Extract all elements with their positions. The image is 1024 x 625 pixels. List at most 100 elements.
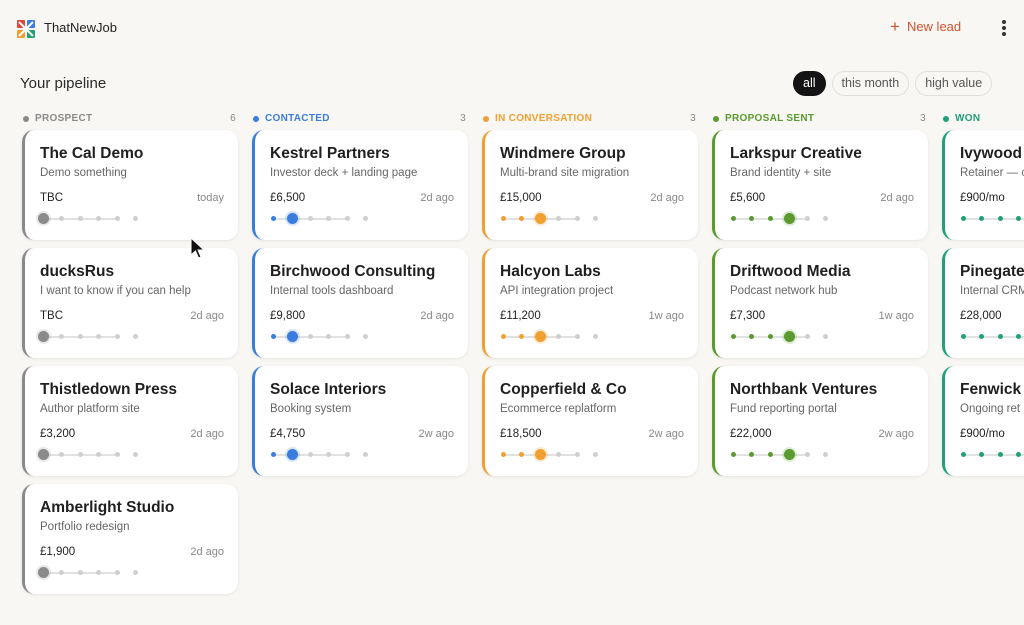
lead-description: Ongoing ret xyxy=(960,403,1021,415)
lead-name: Birchwood Consulting xyxy=(270,263,436,280)
stage-progress xyxy=(38,448,160,462)
lead-card[interactable]: Amberlight Studio Portfolio redesign £1,90… xyxy=(22,484,238,594)
stage-pip xyxy=(519,216,524,221)
lead-description: Brand identity + site xyxy=(730,167,832,179)
new-lead-label: New lead xyxy=(906,19,962,34)
stage-pip xyxy=(344,216,350,221)
lead-card[interactable]: Birchwood Consulting Internal tools dashb… xyxy=(252,248,468,358)
lead-name: Copperfield & Co xyxy=(500,381,627,398)
lead-name: Fenwick xyxy=(960,381,1022,398)
stage-pip xyxy=(574,334,580,339)
lead-updated: 2w ago xyxy=(648,428,684,440)
lead-updated: 1w ago xyxy=(878,310,914,322)
stage-pip xyxy=(960,452,966,457)
column-count: 6 xyxy=(230,113,236,124)
stage-pip xyxy=(519,452,524,457)
filter-all[interactable]: all xyxy=(793,71,826,96)
stage-pip xyxy=(133,452,138,457)
stage-pip xyxy=(979,334,984,339)
stage-progress xyxy=(500,448,620,462)
page-title: Your pipeline xyxy=(20,75,107,92)
stage-pip xyxy=(804,216,810,221)
stage-pip xyxy=(270,216,276,221)
more-menu-icon[interactable] xyxy=(996,18,1012,40)
stage-progress xyxy=(270,330,390,344)
logo-icon[interactable] xyxy=(16,19,36,39)
lead-card[interactable]: ducksRus I want to know if you can help TB… xyxy=(22,248,238,358)
new-lead-button[interactable]: + New lead xyxy=(890,18,962,35)
stage-pip xyxy=(556,216,561,221)
lead-name: Solace Interiors xyxy=(270,381,387,398)
stage-progress xyxy=(38,330,160,344)
stage-progress xyxy=(500,330,620,344)
stage-progress xyxy=(730,330,850,344)
lead-description: Author platform site xyxy=(40,403,140,415)
lead-card[interactable]: Northbank Ventures Fund reporting portal £… xyxy=(712,366,928,476)
lead-description: API integration project xyxy=(500,285,614,297)
stage-pip xyxy=(307,334,313,339)
stage-pip xyxy=(77,570,83,575)
lead-value: £18,500 xyxy=(500,428,542,440)
stage-pip xyxy=(730,216,736,221)
stage-progress xyxy=(730,448,850,462)
stage-pip xyxy=(307,452,313,457)
lead-card[interactable]: Thistledown Press Author platform site £3,… xyxy=(22,366,238,476)
stage-pip xyxy=(749,334,754,339)
stage-pip xyxy=(133,570,138,575)
lead-card[interactable]: The Cal Demo Demo something TBC today xyxy=(22,130,238,240)
lead-card[interactable]: Kestrel Partners Investor deck + landing … xyxy=(252,130,468,240)
lead-value: £5,600 xyxy=(730,192,766,204)
lead-value: £9,800 xyxy=(270,310,306,322)
stage-pip xyxy=(77,216,83,221)
stage-pip xyxy=(38,449,49,460)
column-count: 3 xyxy=(460,113,466,124)
lead-card[interactable]: Halcyon Labs API integration project £11,2… xyxy=(482,248,698,358)
stage-pip xyxy=(783,331,795,342)
lead-card[interactable]: Pinegate Internal CRM £28,000 xyxy=(942,248,1024,358)
lead-value: £11,200 xyxy=(500,310,541,322)
stage-progress xyxy=(500,212,620,226)
lead-card[interactable]: Fenwick Ongoing ret £900/mo xyxy=(942,366,1024,476)
lead-description: I want to know if you can help xyxy=(40,285,191,297)
stage-pip xyxy=(133,216,138,221)
stage-pip xyxy=(59,570,64,575)
lead-card[interactable]: Driftwood Media Podcast network hub £7,300… xyxy=(712,248,928,358)
filter-this-month[interactable]: this month xyxy=(831,71,910,96)
lead-description: Demo something xyxy=(40,167,127,179)
column-header: CONTACTED 3 xyxy=(252,108,468,130)
stage-pip xyxy=(535,331,546,342)
stage-pip xyxy=(286,331,298,342)
stage-dot-icon xyxy=(943,116,949,122)
column-title: IN CONVERSATION xyxy=(495,113,593,124)
stage-dot-icon xyxy=(713,116,719,122)
stage-pip xyxy=(519,334,524,339)
stage-dot-icon xyxy=(253,116,259,122)
lead-card[interactable]: Ivywood Retainer — c £900/mo xyxy=(942,130,1024,240)
stage-pip xyxy=(286,213,298,224)
lead-card[interactable]: Copperfield & Co Ecommerce replatform £18,… xyxy=(482,366,698,476)
filter-high-value[interactable]: high value xyxy=(915,71,993,96)
app-name: ThatNewJob xyxy=(44,20,117,35)
lead-updated: 2d ago xyxy=(420,310,454,322)
lead-value: £4,750 xyxy=(270,428,306,440)
lead-card[interactable]: Solace Interiors Booking system £4,750 2w a… xyxy=(252,366,468,476)
column-header: WON xyxy=(942,108,1024,130)
lead-card[interactable]: Windmere Group Multi-brand site migration… xyxy=(482,130,698,240)
lead-description: Ecommerce replatform xyxy=(500,403,617,415)
stage-progress xyxy=(270,212,390,226)
lead-card[interactable]: Larkspur Creative Brand identity + site £5… xyxy=(712,130,928,240)
stage-pip xyxy=(307,216,313,221)
lead-description: Retainer — c xyxy=(960,167,1024,179)
stage-pip xyxy=(823,216,828,221)
lead-name: The Cal Demo xyxy=(40,145,144,162)
stage-pip xyxy=(783,449,795,460)
stage-pip xyxy=(1016,334,1021,339)
top-bar: ThatNewJob + New lead xyxy=(0,0,1024,56)
stage-pip xyxy=(96,334,101,339)
stage-pip xyxy=(500,452,506,457)
stage-progress xyxy=(270,448,390,462)
stage-pip xyxy=(114,216,120,221)
lead-description: Booking system xyxy=(270,403,352,415)
lead-description: Podcast network hub xyxy=(730,285,838,297)
stage-pip xyxy=(344,334,350,339)
